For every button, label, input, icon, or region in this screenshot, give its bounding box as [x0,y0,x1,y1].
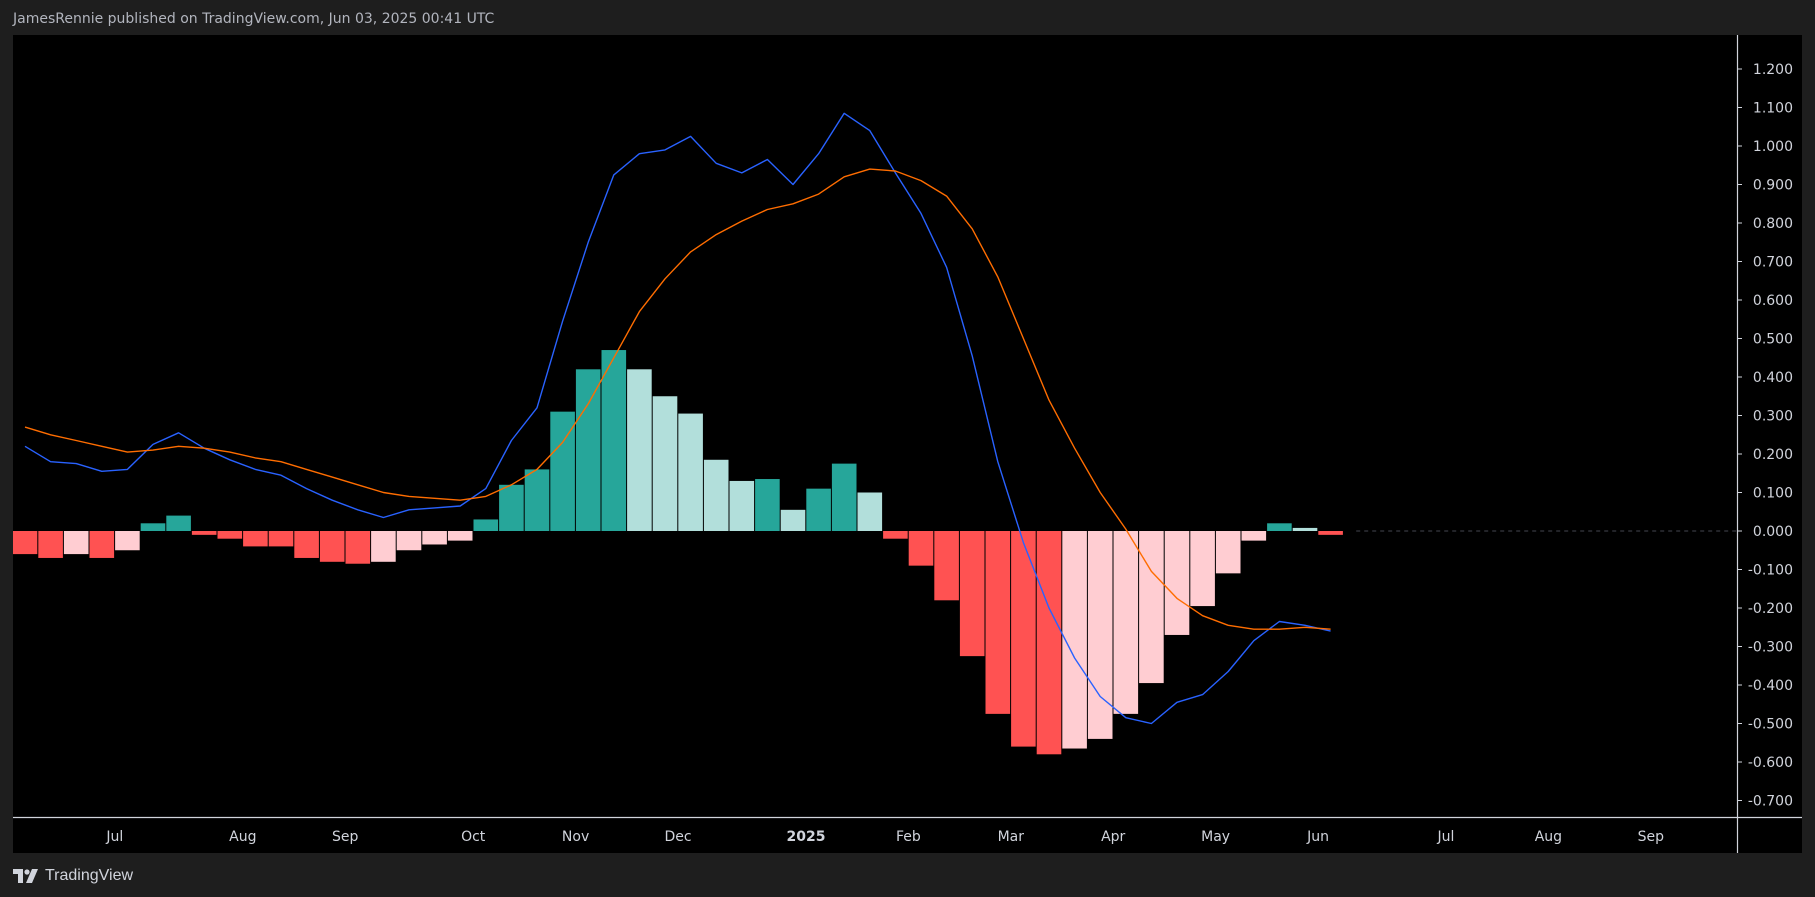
histogram-bar [601,350,627,531]
x-tick-label: 2025 [787,829,826,845]
x-tick-label: Aug [1535,829,1562,845]
histogram-bar [1036,531,1062,755]
histogram-bar [1215,531,1241,574]
histogram-bar [959,531,985,657]
tradingview-logo-icon [13,869,39,883]
histogram-bar [243,531,268,547]
x-tick-label: Apr [1101,829,1125,845]
histogram-bar [268,531,294,547]
histogram-bar [345,531,371,564]
histogram-bar [1139,531,1164,684]
y-tick-label: 0.600 [1753,293,1793,309]
chart-pane[interactable]: 1.200 1.100 1.000 0.900 0.800 0.700 0.600 0.500… [13,35,1802,853]
histogram-bar [883,531,908,539]
histogram-bar [678,413,703,531]
y-tick-label: -0.300 [1748,640,1793,656]
x-tick-label: Jul [1437,829,1455,845]
histogram-bar [294,531,319,558]
y-tick-label: 1.200 [1753,62,1793,78]
histogram-bar [217,531,243,539]
publish-attribution: JamesRennie published on TradingView.com… [13,11,495,27]
histogram-bar [575,369,601,531]
y-tick-label: 1.100 [1753,101,1793,117]
histogram-bar [499,484,524,531]
histogram-bar [1267,523,1292,531]
histogram-bar [857,492,883,531]
x-tick-label: Oct [461,829,486,845]
x-tick-label: Nov [562,829,589,845]
histogram-bar [703,459,729,531]
histogram-bar [473,519,499,531]
histogram-bar [38,531,63,558]
histogram-bar [934,531,959,601]
y-tick-label: 0.500 [1753,332,1793,348]
histogram-bar [908,531,934,566]
macd-chart[interactable]: 1.200 1.100 1.000 0.900 0.800 0.700 0.600 0.500… [13,35,1802,853]
x-tick-label: Jun [1306,829,1329,845]
histogram-bar [371,531,396,562]
histogram-bar [63,531,89,555]
y-tick-label: -0.500 [1748,717,1793,733]
y-tick-label: 0.900 [1753,178,1793,194]
footer-brand[interactable]: TradingView [13,864,133,888]
histogram-bar [115,531,140,551]
x-tick-label: Jul [105,829,123,845]
histogram-bar [191,531,217,535]
histogram-bar [1087,531,1113,739]
tradingview-brand-label: TradingView [45,867,134,884]
histogram-bar [13,531,38,555]
histogram-bar [140,523,166,531]
histogram-bar [985,531,1011,714]
y-tick-label: 0.100 [1753,486,1793,502]
histogram-bar [524,469,550,531]
y-tick-label: 0.000 [1753,524,1793,540]
histogram-bar [447,531,473,541]
y-tick-label: 0.700 [1753,255,1793,271]
y-tick-label: -0.700 [1748,794,1793,810]
histogram-bar [1190,531,1215,607]
histogram-bar [1164,531,1190,635]
y-tick-label: -0.200 [1748,601,1793,617]
histogram-bar [1318,531,1343,535]
y-tick-label: 0.800 [1753,216,1793,232]
x-tick-label: Mar [998,829,1025,845]
y-tick-label: 0.300 [1753,409,1793,425]
x-tick-label: Dec [664,829,691,845]
histogram-bar [319,531,345,562]
histogram-bar [627,369,652,531]
y-tick-label: 0.200 [1753,447,1793,463]
histogram-bar [729,480,755,531]
y-tick-label: -0.600 [1748,755,1793,771]
y-tick-label: 0.400 [1753,370,1793,386]
histogram-bar [1241,531,1267,541]
histogram-bar [422,531,447,545]
x-tick-label: Feb [896,829,921,845]
histogram-bar [780,509,806,531]
histogram-bar [1292,527,1318,531]
x-tick-label: Sep [1638,829,1665,845]
y-tick-label: -0.100 [1748,563,1793,579]
y-tick-label: -0.400 [1748,678,1793,694]
x-tick-label: May [1201,829,1230,845]
y-tick-label: 1.000 [1753,139,1793,155]
histogram-bar [806,488,831,531]
histogram-bar [755,479,780,531]
histogram-bar [166,515,191,531]
histogram-bar [652,396,678,531]
histogram-bar [396,531,422,551]
histogram-bar [1113,531,1139,714]
x-tick-label: Aug [229,829,256,845]
histogram-bar [89,531,115,558]
histogram-bar [831,463,857,531]
x-tick-label: Sep [332,829,359,845]
